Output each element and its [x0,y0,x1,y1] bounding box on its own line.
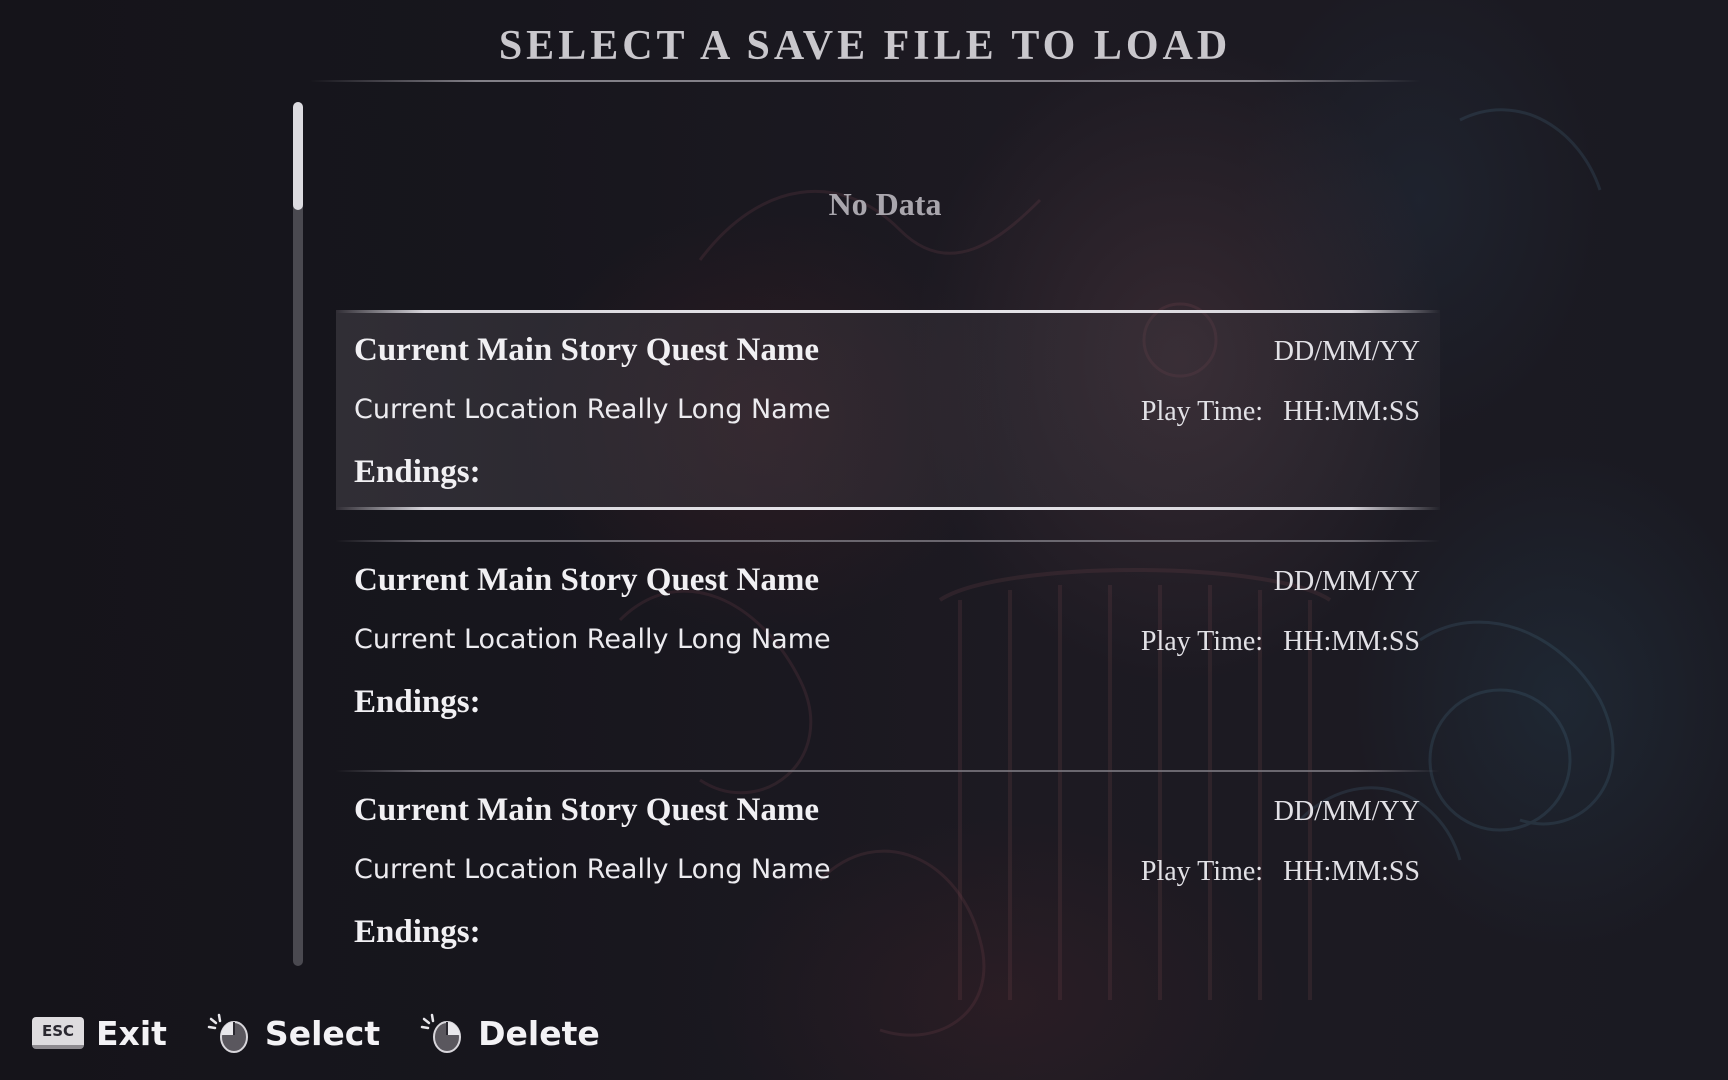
delete-button[interactable]: Delete [420,1013,600,1053]
slot-divider [336,770,1440,772]
select-label: Select [264,1013,381,1053]
exit-button[interactable]: ESC Exit [32,1014,167,1053]
play-time: Play Time: HH:MM:SS [1141,856,1420,888]
save-date: DD/MM/YY [1273,796,1420,827]
no-data-label: No Data [828,185,942,222]
save-date: DD/MM/YY [1273,566,1420,597]
page-title: SELECT A SAVE FILE TO LOAD [498,23,1232,69]
quest-name: Current Main Story Quest Name [354,332,819,368]
save-slot-1[interactable]: Current Main Story Quest Name DD/MM/YY C… [336,310,1440,510]
slot-divider [336,540,1440,542]
play-time-value: HH:MM:SS [1283,856,1420,887]
play-time: Play Time: HH:MM:SS [1141,626,1420,658]
location-name: Current Location Really Long Name [354,394,831,425]
esc-key-icon: ESC [32,1017,84,1049]
exit-label: Exit [96,1013,167,1053]
mouse-left-click-icon [207,1013,248,1053]
control-hints: ESC Exit Select Delete [32,1010,600,1056]
save-slot-3[interactable]: Current Main Story Quest Name DD/MM/YY C… [336,770,1440,970]
play-time-value: HH:MM:SS [1283,626,1420,657]
title-divider [310,80,1420,82]
endings-label: Endings: [354,914,481,950]
location-name: Current Location Really Long Name [354,624,831,655]
slot-divider [336,507,1440,510]
scrollbar-thumb[interactable] [293,102,303,210]
quest-name: Current Main Story Quest Name [354,562,819,598]
play-time-label: Play Time: [1140,856,1264,887]
play-time-label: Play Time: [1140,396,1264,427]
mouse-right-click-icon [420,1013,462,1053]
play-time-value: HH:MM:SS [1283,396,1420,427]
endings-label: Endings: [354,684,481,720]
delete-label: Delete [478,1013,600,1053]
slot-divider [336,310,1440,313]
save-date: DD/MM/YY [1273,336,1420,367]
save-slot-2[interactable]: Current Main Story Quest Name DD/MM/YY C… [336,540,1440,740]
location-name: Current Location Really Long Name [354,854,831,885]
save-slot-empty[interactable]: No Data [340,118,1430,308]
play-time-label: Play Time: [1140,626,1264,657]
select-button[interactable]: Select [207,1013,380,1053]
endings-label: Endings: [354,454,481,490]
scrollbar-track[interactable] [293,102,303,966]
quest-name: Current Main Story Quest Name [354,792,819,828]
play-time: Play Time: HH:MM:SS [1141,396,1420,428]
